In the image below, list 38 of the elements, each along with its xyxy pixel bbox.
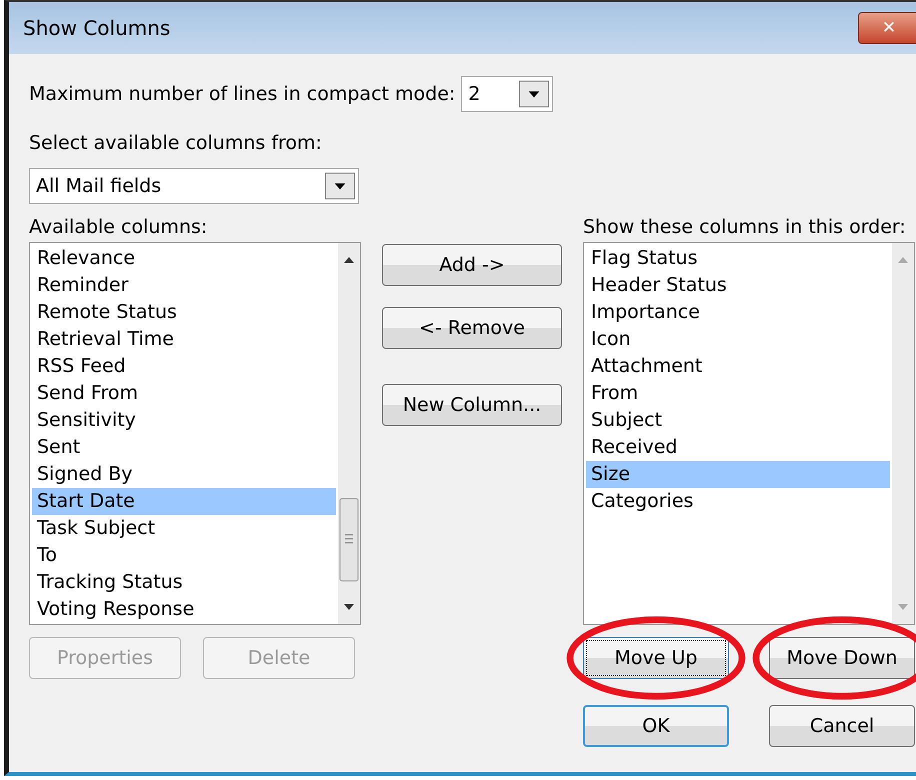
list-item[interactable]: Tracking Status	[32, 569, 336, 596]
list-label: Available columns:	[29, 216, 208, 240]
list-item[interactable]: Subject	[586, 407, 890, 434]
list-item[interactable]: Flag Status	[586, 245, 890, 272]
list-item[interactable]: Categories	[586, 488, 890, 515]
list-item[interactable]: Retrieval Time	[32, 326, 336, 353]
dialog-button[interactable]: Cancel	[769, 705, 915, 747]
list-item[interactable]: Sensitivity	[32, 407, 336, 434]
field-label: Maximum number of lines in compact mode:	[29, 83, 456, 105]
list-item[interactable]: RSS Feed	[32, 353, 336, 380]
list-item[interactable]: From	[586, 380, 890, 407]
list-item[interactable]: Reminder	[32, 272, 336, 299]
list-item[interactable]: Voting Response	[32, 596, 336, 623]
list-item[interactable]: Importance	[586, 299, 890, 326]
list-item[interactable]: To	[32, 542, 336, 569]
dialog-button[interactable]: New Column...	[382, 384, 562, 426]
list-item[interactable]: Sent	[32, 434, 336, 461]
list-item[interactable]: Relevance	[32, 245, 336, 272]
list-item[interactable]: Task Subject	[32, 515, 336, 542]
list-item[interactable]: Attachment	[586, 353, 890, 380]
list-item[interactable]: Icon	[586, 326, 890, 353]
list-item[interactable]: Start Date	[32, 488, 336, 515]
field-label: Select available columns from:	[29, 132, 323, 154]
fields-dropdown[interactable]: All Mail fields	[29, 168, 359, 204]
list-item[interactable]: Received	[586, 434, 890, 461]
list-item[interactable]: Signed By	[32, 461, 336, 488]
dialog-button[interactable]: Move Down	[769, 637, 915, 679]
list-item[interactable]: Size	[586, 461, 890, 488]
dialog-button[interactable]: Add ->	[382, 244, 562, 286]
list-item[interactable]: Header Status	[586, 272, 890, 299]
dialog-button[interactable]: <- Remove	[382, 307, 562, 349]
dialog-button[interactable]: OK	[583, 705, 729, 747]
list-label: Show these columns in this order:	[583, 216, 907, 240]
lines-dropdown[interactable]: 2	[461, 76, 554, 112]
list-item[interactable]: Remote Status	[32, 299, 336, 326]
window-title: Show Columns	[23, 16, 170, 40]
list-item[interactable]: Send From	[32, 380, 336, 407]
dialog-button[interactable]: Move Up	[583, 637, 729, 679]
